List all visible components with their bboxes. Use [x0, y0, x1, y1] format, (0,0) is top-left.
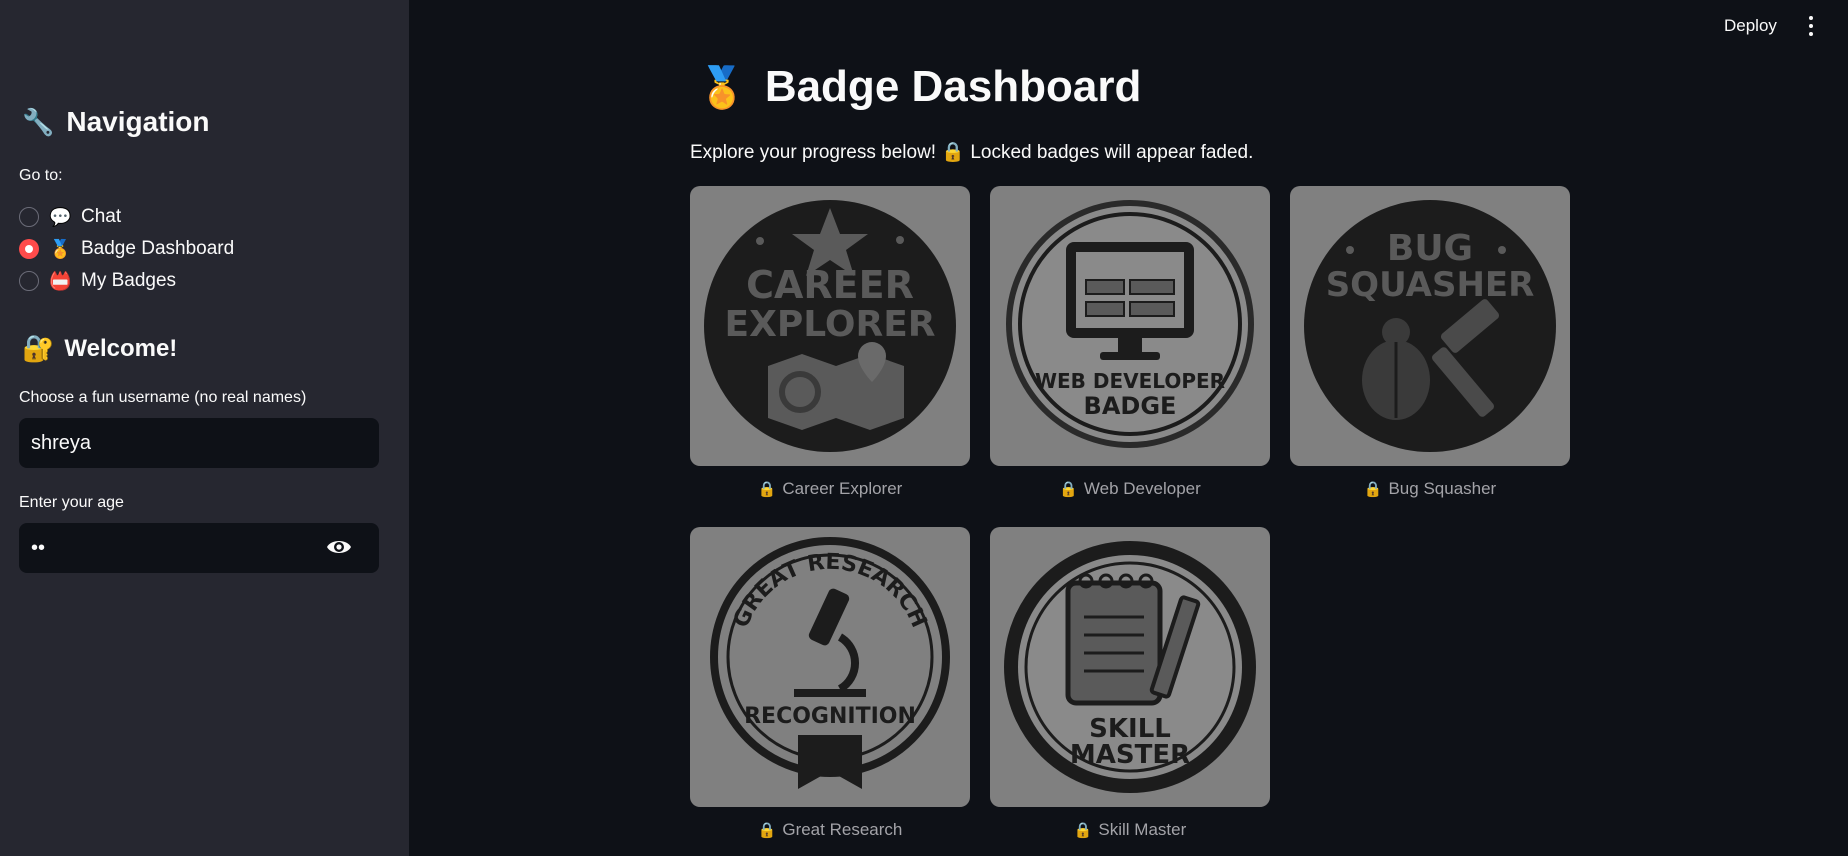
- radio-button[interactable]: [19, 207, 39, 227]
- badge-art-text: MASTER: [1070, 740, 1190, 770]
- badge-caption: 🔒 Career Explorer: [690, 479, 970, 499]
- age-password-input[interactable]: [19, 523, 379, 573]
- lock-icon: 🔒: [757, 481, 777, 498]
- radio-button[interactable]: [19, 271, 39, 291]
- subtitle-text-b: Locked badges will appear faded.: [970, 142, 1254, 163]
- badge-art-text: CAREER: [746, 263, 914, 307]
- medal-icon: 🏅: [49, 238, 72, 259]
- page-title: 🏅 Badge Dashboard: [697, 62, 1141, 112]
- subtitle-text-a: Explore your progress below!: [690, 142, 937, 163]
- skill-master-badge-image: SKILL MASTER: [1004, 541, 1256, 793]
- great-research-badge-image: GREAT RESEARCH RECOGNITION: [710, 537, 950, 789]
- kebab-menu-icon[interactable]: [1804, 16, 1818, 38]
- badge-caption-text: Bug Squasher: [1388, 479, 1497, 498]
- eye-icon[interactable]: [326, 537, 352, 557]
- name-badge-icon: 📛: [49, 270, 72, 291]
- navigation-heading: 🔧 Navigation: [22, 106, 210, 138]
- sidebar: 🔧 Navigation Go to: 💬 Chat 🏅 Badge Dashb…: [0, 0, 409, 856]
- badge-card-skill-master[interactable]: SKILL MASTER: [990, 527, 1270, 807]
- badge-card-bug-squasher[interactable]: BUG SQUASHER: [1290, 186, 1570, 466]
- badge-card-web-developer[interactable]: WEB DEVELOPER BADGE: [990, 186, 1270, 466]
- radio-option-chat[interactable]: 💬 Chat: [19, 201, 234, 233]
- bug-squasher-badge-image: BUG SQUASHER: [1304, 200, 1556, 452]
- badge-card-career-explorer[interactable]: CAREER EXPLORER: [690, 186, 970, 466]
- radio-label: My Badges: [81, 270, 177, 291]
- lock-icon: 🔒: [1073, 822, 1093, 839]
- radio-option-badge-dashboard[interactable]: 🏅 Badge Dashboard: [19, 233, 234, 265]
- badge-art-text: WEB DEVELOPER: [1035, 369, 1225, 393]
- badge-caption-text: Career Explorer: [782, 479, 903, 498]
- username-input[interactable]: [19, 418, 379, 468]
- lock-icon: 🔒: [941, 142, 966, 163]
- badge-caption: 🔒 Great Research: [690, 820, 970, 840]
- badge-caption-text: Great Research: [782, 820, 903, 839]
- badge-caption: 🔒 Bug Squasher: [1290, 479, 1570, 499]
- wrench-icon: 🔧: [22, 106, 55, 137]
- lock-icon: 🔒: [1363, 481, 1383, 498]
- badge-caption-text: Web Developer: [1083, 479, 1201, 498]
- career-explorer-badge-image: CAREER EXPLORER: [704, 200, 956, 452]
- radio-label: Chat: [81, 206, 122, 227]
- badge-art-text: SQUASHER: [1326, 265, 1535, 305]
- navigation-title: Navigation: [66, 106, 210, 137]
- welcome-heading: 🔐 Welcome!: [22, 333, 177, 364]
- badge-caption-text: Skill Master: [1098, 820, 1187, 839]
- badge-art-text: BUG: [1387, 228, 1473, 269]
- badge-card-great-research[interactable]: GREAT RESEARCH RECOGNITION: [690, 527, 970, 807]
- lock-icon: 🔒: [757, 822, 777, 839]
- web-developer-badge-image: WEB DEVELOPER BADGE: [1006, 200, 1254, 448]
- badge-art-text: EXPLORER: [724, 304, 935, 345]
- medal-icon: 🏅: [697, 65, 747, 110]
- page-radio-group: 💬 Chat 🏅 Badge Dashboard 📛 My Badges: [19, 201, 234, 297]
- page-title-text: Badge Dashboard: [764, 62, 1142, 111]
- age-label: Enter your age: [19, 494, 124, 511]
- page-subtitle: Explore your progress below! 🔒 Locked ba…: [690, 140, 1253, 164]
- locked-with-key-icon: 🔐: [22, 333, 55, 363]
- badge-caption: 🔒 Web Developer: [990, 479, 1270, 499]
- lock-icon: 🔒: [1059, 481, 1078, 498]
- welcome-title: Welcome!: [64, 334, 178, 362]
- badge-caption: 🔒 Skill Master: [990, 820, 1270, 840]
- deploy-button[interactable]: Deploy: [1724, 16, 1777, 36]
- speech-bubble-icon: 💬: [49, 206, 72, 227]
- username-label: Choose a fun username (no real names): [19, 389, 307, 406]
- radio-option-my-badges[interactable]: 📛 My Badges: [19, 265, 234, 297]
- goto-label: Go to:: [19, 167, 63, 184]
- badge-art-text: RECOGNITION: [744, 704, 916, 729]
- radio-label: Badge Dashboard: [81, 238, 235, 259]
- badge-art-text: BADGE: [1084, 392, 1177, 420]
- radio-button-selected[interactable]: [19, 239, 39, 259]
